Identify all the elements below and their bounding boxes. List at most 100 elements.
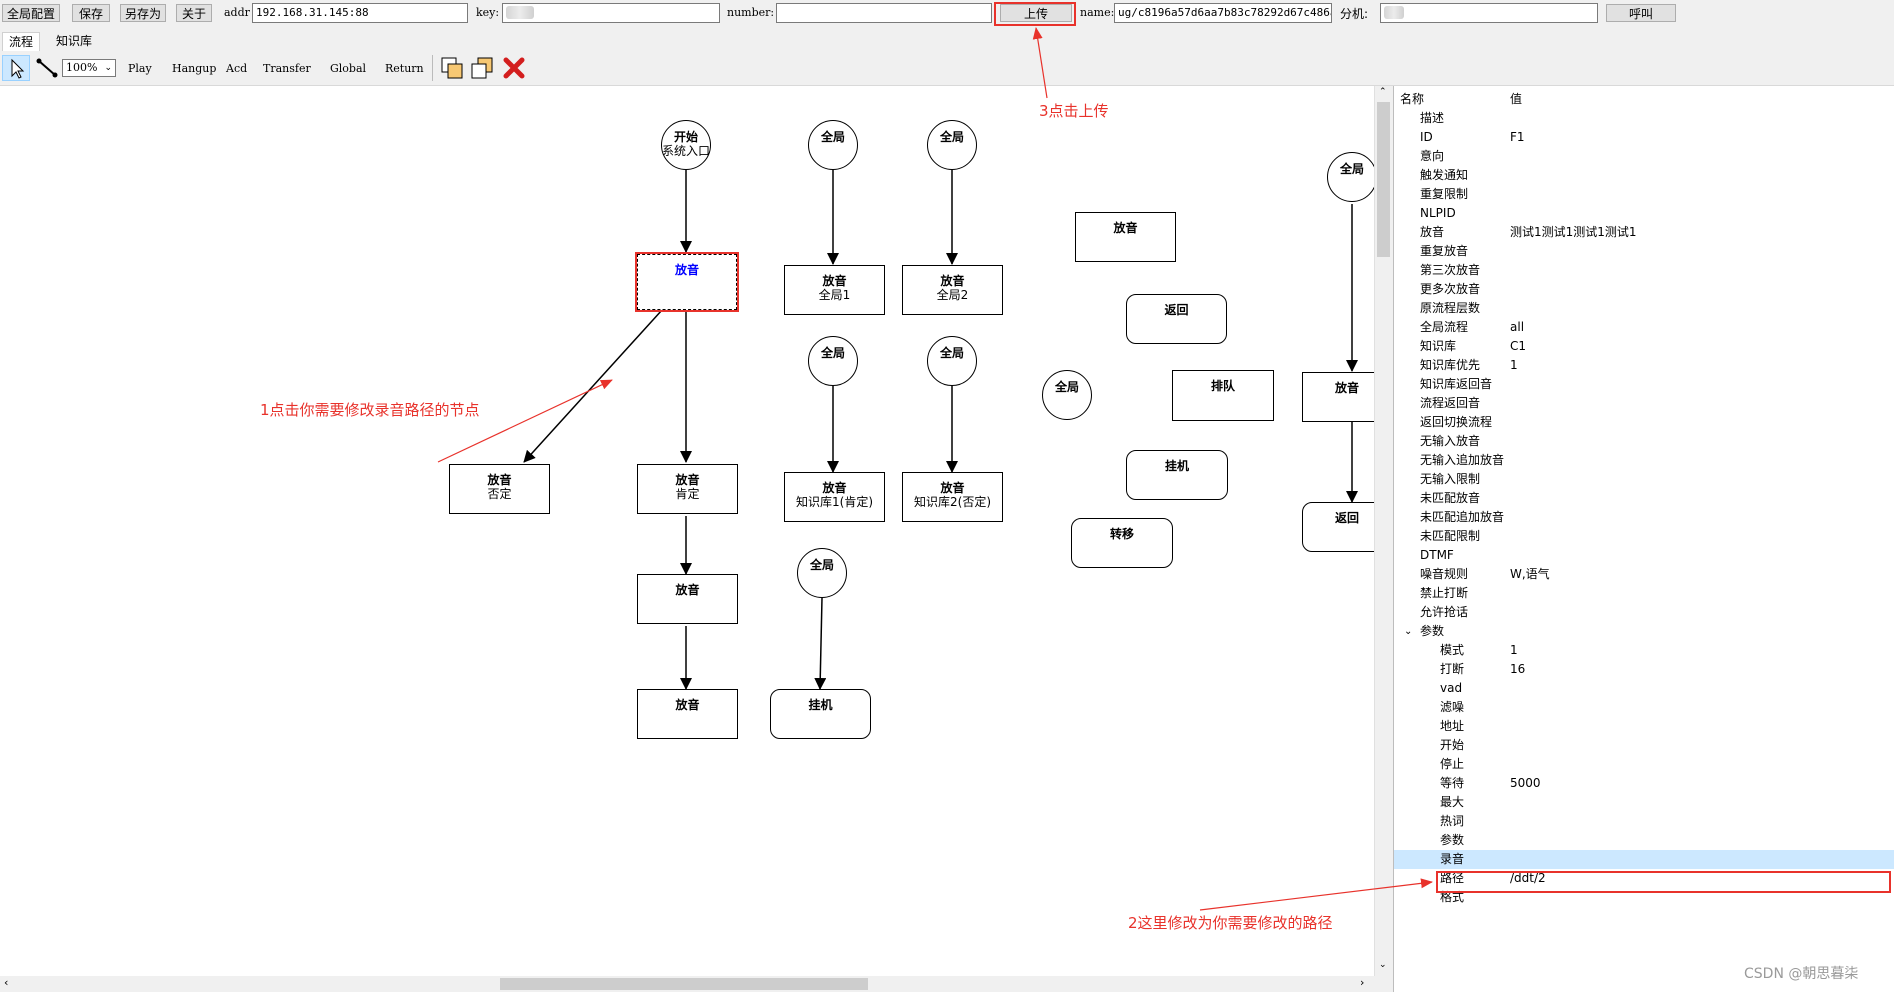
horizontal-scrollbar-track[interactable]: ‹ › (0, 976, 1374, 992)
property-row[interactable]: 触发通知 (1394, 166, 1894, 185)
addr-input[interactable]: 192.168.31.145:88 (252, 3, 468, 23)
property-value[interactable]: 1 (1510, 641, 1518, 660)
property-row[interactable]: 知识库返回音 (1394, 375, 1894, 394)
queue-node[interactable]: 排队 (1172, 370, 1274, 421)
play-node-c[interactable]: 放音 (1075, 212, 1176, 262)
property-row[interactable]: 噪音规则 W,语气 (1394, 565, 1894, 584)
vertical-scrollbar-track[interactable]: ⌃ ⌄ (1374, 86, 1392, 976)
property-row[interactable]: 未匹配追加放音 (1394, 508, 1894, 527)
transfer-button[interactable]: Transfer (263, 62, 311, 75)
about-button[interactable]: 关于 (176, 4, 212, 22)
global-node-6[interactable]: 全局 (1042, 370, 1092, 420)
tab-flow[interactable]: 流程 (2, 32, 41, 51)
return-button[interactable]: Return (385, 62, 424, 75)
property-sub-row[interactable]: 录音 (1394, 850, 1894, 869)
property-value[interactable]: 16 (1510, 660, 1525, 679)
key-input[interactable] (502, 3, 720, 23)
return-node-1[interactable]: 返回 (1126, 294, 1227, 344)
property-row[interactable]: 允许抢话 (1394, 603, 1894, 622)
paste-tool[interactable] (470, 56, 496, 80)
hangup-node-1[interactable]: 挂机 (770, 689, 871, 739)
global-node-5[interactable]: 全局 (797, 548, 847, 598)
global-button[interactable]: Global (330, 62, 366, 75)
property-sub-row[interactable]: 最大 (1394, 793, 1894, 812)
property-row[interactable]: 第三次放音 (1394, 261, 1894, 280)
property-sub-row[interactable]: 滤噪 (1394, 698, 1894, 717)
property-row[interactable]: 原流程层数 (1394, 299, 1894, 318)
transfer-node[interactable]: 转移 (1071, 518, 1173, 568)
property-sub-row[interactable]: 停止 (1394, 755, 1894, 774)
property-sub-row[interactable]: 开始 (1394, 736, 1894, 755)
hangup-node-2[interactable]: 挂机 (1126, 450, 1228, 500)
property-value[interactable]: 5000 (1510, 774, 1541, 793)
play-button[interactable]: Play (128, 62, 152, 75)
copy-tool[interactable] (440, 56, 466, 80)
delete-tool[interactable] (502, 56, 526, 80)
property-value[interactable]: 测试1测试1测试1测试1 (1510, 223, 1637, 242)
play-node-d[interactable]: 放音 (1302, 372, 1374, 422)
property-row[interactable]: 知识库 C1 (1394, 337, 1894, 356)
zoom-select[interactable]: 100% ⌄ (62, 59, 116, 77)
property-row[interactable]: 返回切换流程 (1394, 413, 1894, 432)
property-row[interactable]: 未匹配放音 (1394, 489, 1894, 508)
property-row[interactable]: 知识库优先 1 (1394, 356, 1894, 375)
scroll-right-icon[interactable]: › (1360, 976, 1364, 989)
number-input[interactable] (776, 3, 992, 23)
name-input[interactable]: ug/c8196a57d6aa7b83c78292d67c486a82 (1114, 3, 1332, 23)
property-value[interactable]: W,语气 (1510, 565, 1550, 584)
global-node-7[interactable]: 全局 (1327, 152, 1374, 202)
tab-knowledge-base[interactable]: 知识库 (50, 32, 98, 50)
play-node-affirm[interactable]: 放音 肯定 (637, 464, 738, 514)
property-sub-row[interactable]: 模式 1 (1394, 641, 1894, 660)
property-row[interactable]: 更多次放音 (1394, 280, 1894, 299)
property-row[interactable]: 流程返回音 (1394, 394, 1894, 413)
play-node-global1[interactable]: 放音 全局1 (784, 265, 885, 315)
vertical-scrollbar-thumb[interactable] (1377, 102, 1390, 257)
property-row[interactable]: 描述 (1394, 109, 1894, 128)
property-row[interactable]: 重复限制 (1394, 185, 1894, 204)
property-sub-row[interactable]: 地址 (1394, 717, 1894, 736)
return-node-2[interactable]: 返回 (1302, 502, 1374, 552)
property-row[interactable]: 重复放音 (1394, 242, 1894, 261)
pointer-tool[interactable] (2, 55, 30, 81)
flow-canvas[interactable]: 开始 系统入口 放音 放音 否定 放音 肯定 放音 放音 全局 放音 全局1 全… (0, 86, 1374, 976)
property-row[interactable]: NLPID (1394, 204, 1894, 223)
property-row[interactable]: 放音 测试1测试1测试1测试1 (1394, 223, 1894, 242)
property-value[interactable]: F1 (1510, 128, 1525, 147)
play-node-a[interactable]: 放音 (637, 574, 738, 624)
property-sub-row[interactable]: 参数 (1394, 831, 1894, 850)
property-value[interactable]: 1 (1510, 356, 1518, 375)
property-sub-row[interactable]: 打断 16 (1394, 660, 1894, 679)
property-row[interactable]: 意向 (1394, 147, 1894, 166)
property-sub-row[interactable]: 等待 5000 (1394, 774, 1894, 793)
scroll-up-icon[interactable]: ⌃ (1379, 87, 1387, 97)
property-sub-row[interactable]: vad (1394, 679, 1894, 698)
property-row[interactable]: 未匹配限制 (1394, 527, 1894, 546)
scroll-left-icon[interactable]: ‹ (4, 976, 8, 989)
global-node-4[interactable]: 全局 (927, 336, 977, 386)
property-row[interactable]: 无输入限制 (1394, 470, 1894, 489)
property-group-params[interactable]: ⌄ 参数 (1394, 622, 1894, 641)
play-node-b[interactable]: 放音 (637, 689, 738, 739)
play-node-kb2[interactable]: 放音 知识库2(否定) (902, 472, 1003, 522)
global-node-1[interactable]: 全局 (808, 120, 858, 170)
property-value[interactable]: all (1510, 318, 1524, 337)
extension-input[interactable] (1380, 3, 1598, 23)
global-config-button[interactable]: 全局配置 (2, 4, 60, 22)
property-row[interactable]: 全局流程 all (1394, 318, 1894, 337)
property-row[interactable]: 禁止打断 (1394, 584, 1894, 603)
connector-tool[interactable] (34, 55, 60, 81)
property-row[interactable]: ID F1 (1394, 128, 1894, 147)
property-value[interactable]: C1 (1510, 337, 1526, 356)
play-node-global2[interactable]: 放音 全局2 (902, 265, 1003, 315)
property-row[interactable]: 无输入放音 (1394, 432, 1894, 451)
scroll-down-icon[interactable]: ⌄ (1379, 960, 1387, 970)
horizontal-scrollbar-thumb[interactable] (500, 978, 868, 990)
global-node-3[interactable]: 全局 (808, 336, 858, 386)
start-node[interactable]: 开始 系统入口 (661, 120, 711, 170)
property-row[interactable]: 无输入追加放音 (1394, 451, 1894, 470)
acd-button[interactable]: Acd (226, 62, 247, 75)
save-button[interactable]: 保存 (72, 4, 110, 22)
play-node-kb1[interactable]: 放音 知识库1(肯定) (784, 472, 885, 522)
property-sub-row[interactable]: 热词 (1394, 812, 1894, 831)
